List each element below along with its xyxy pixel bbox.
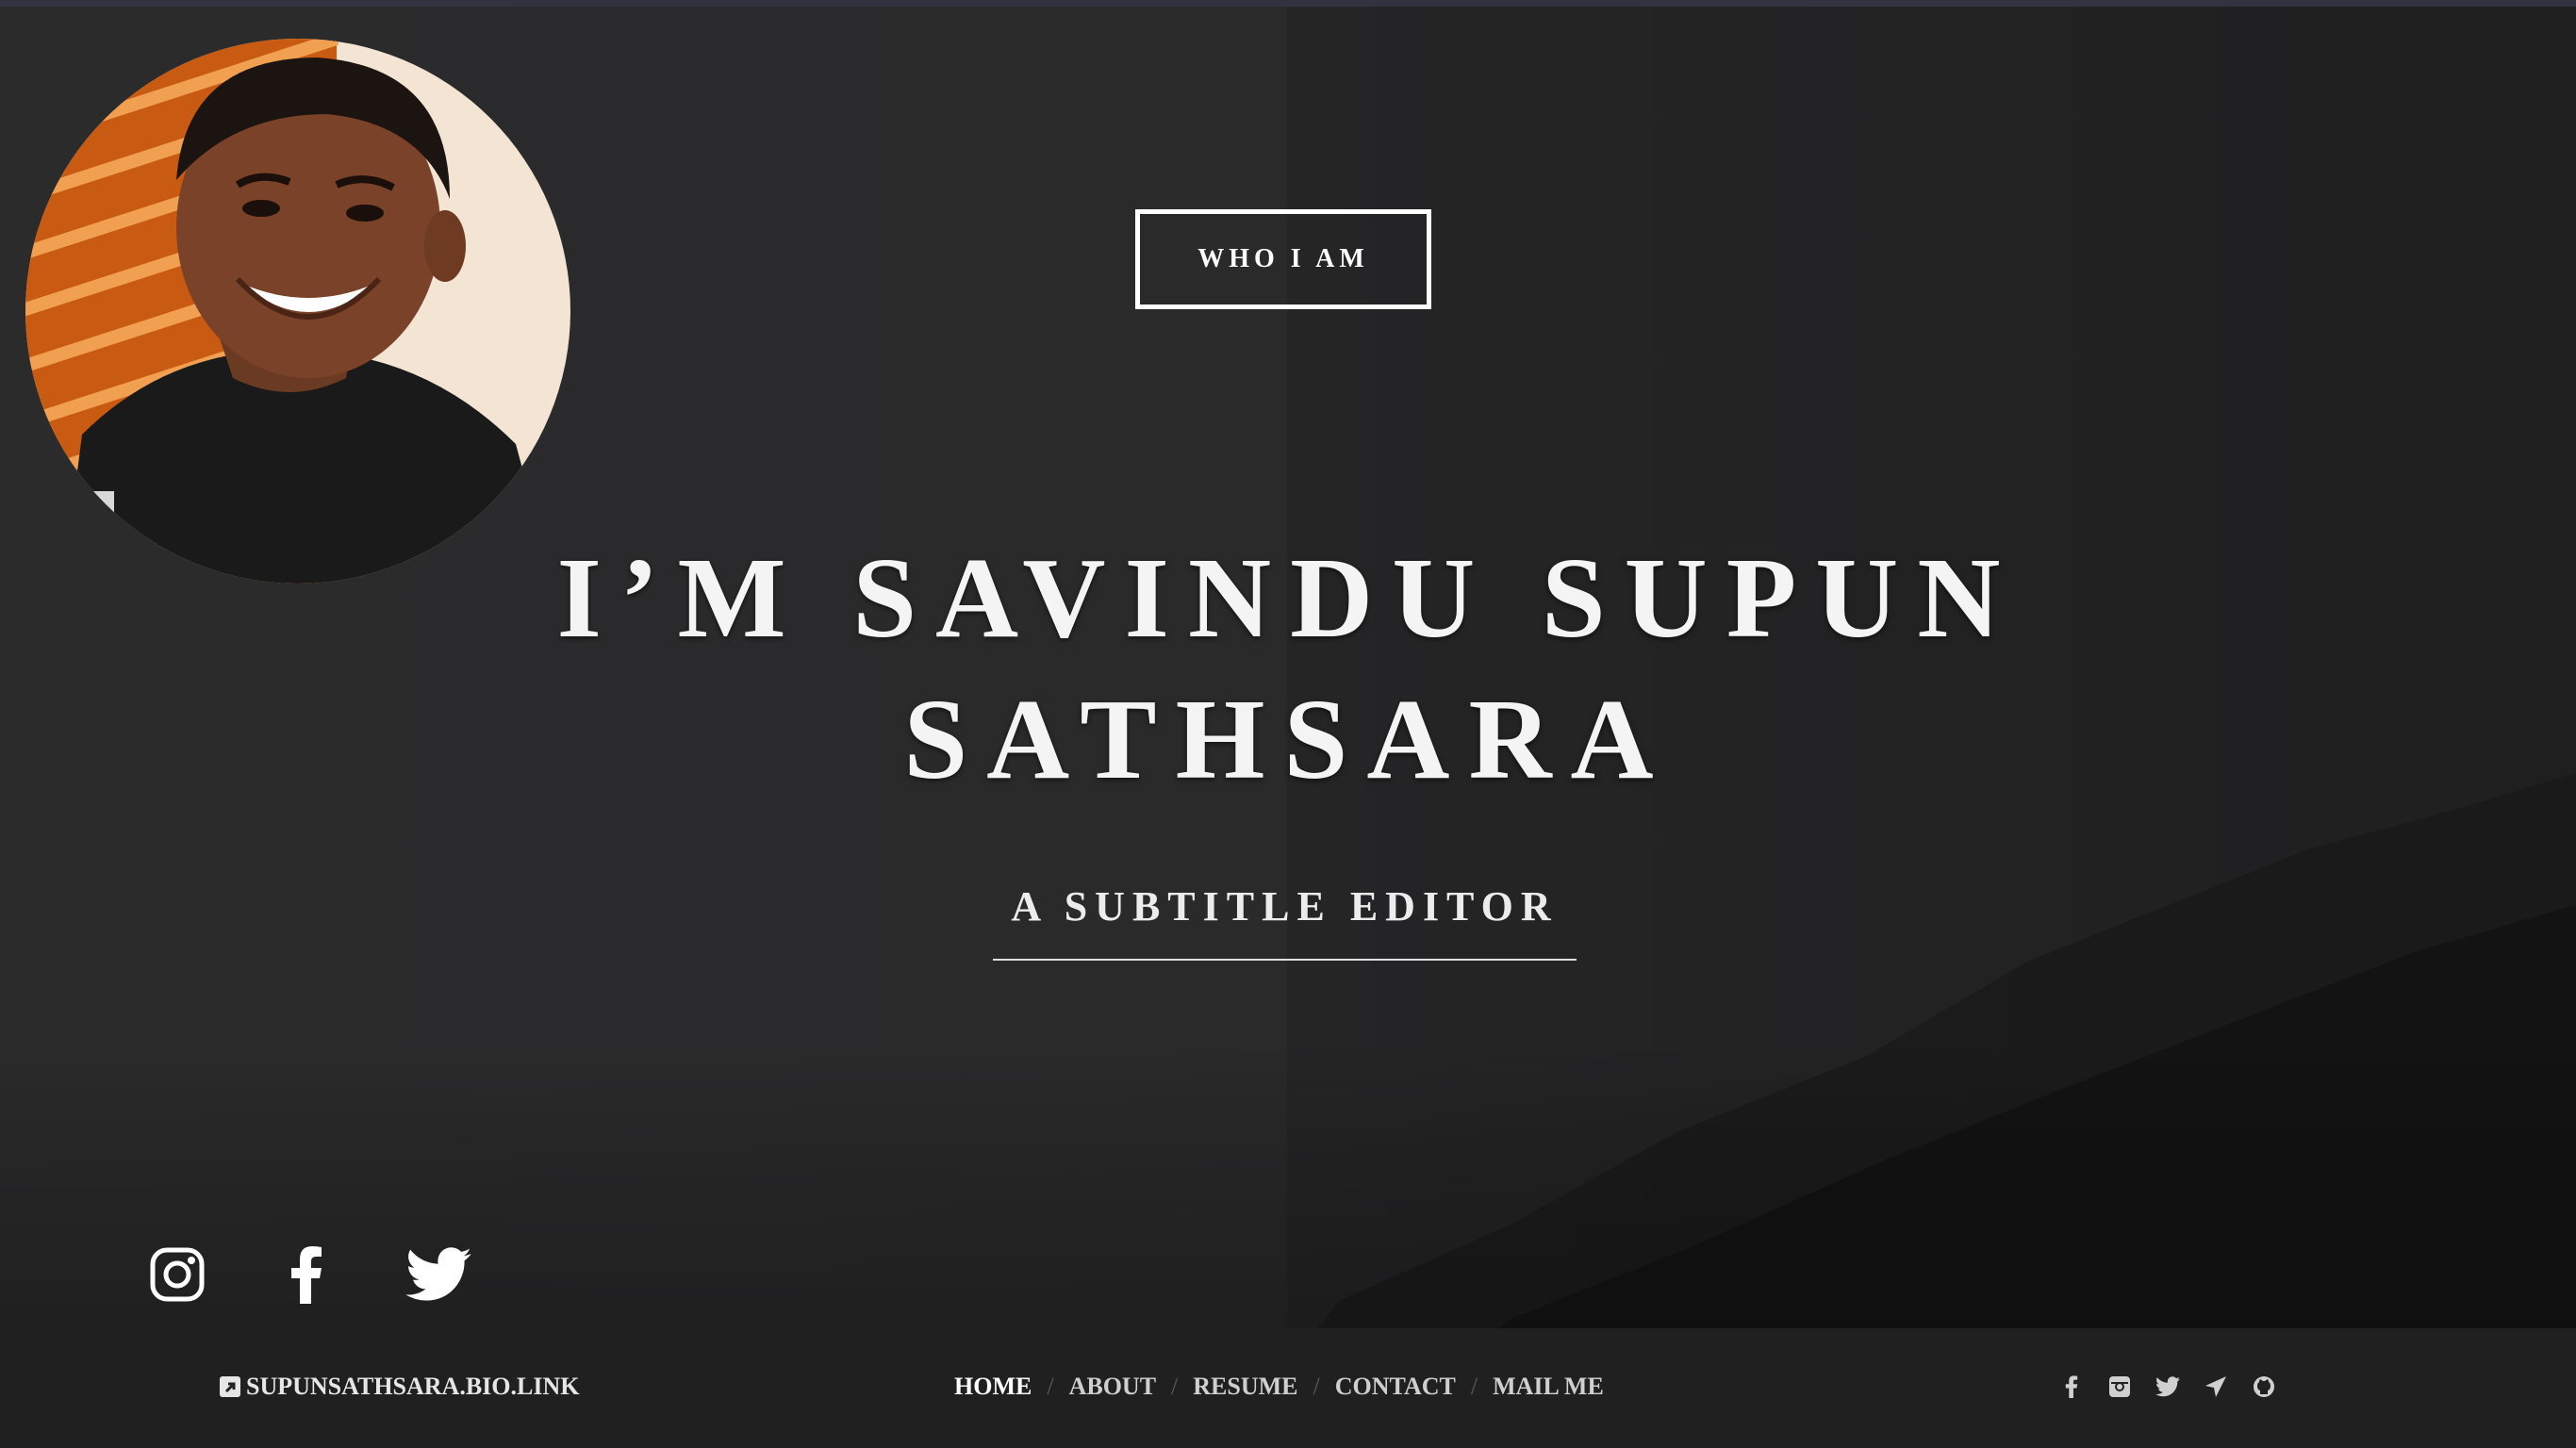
headline-line-2: SATHSARA	[903, 676, 1673, 803]
facebook-icon[interactable]	[2059, 1374, 2084, 1399]
external-link-icon	[220, 1376, 240, 1397]
twitter-icon[interactable]	[2155, 1374, 2180, 1399]
who-i-am-button[interactable]: WHO I AM	[1135, 209, 1431, 309]
page-title: I’M SAVINDU SUPUN SATHSARA	[345, 528, 2231, 811]
subtitle: A SUBTITLE EDITOR	[1011, 883, 1559, 930]
hero-section: WHO I AM I’M SAVINDU SUPUN SATHSARA A SU…	[0, 0, 2576, 1448]
twitter-icon[interactable]	[404, 1242, 473, 1307]
headline-line-1: I’M SAVINDU SUPUN	[556, 535, 2020, 662]
nav-about[interactable]: ABOUT	[1069, 1373, 1156, 1401]
nav-contact[interactable]: CONTACT	[1335, 1373, 1456, 1401]
instagram-icon[interactable]	[147, 1242, 207, 1307]
instagram-icon[interactable]	[2107, 1374, 2132, 1399]
nav-separator: /	[1470, 1373, 1478, 1400]
nav-mail-me[interactable]: MAIL ME	[1493, 1373, 1604, 1401]
footer-brand-link[interactable]: SUPUNSATHSARA.BIO.LINK	[220, 1370, 579, 1404]
nav-separator: /	[1313, 1373, 1320, 1400]
nav-home[interactable]: HOME	[954, 1373, 1032, 1401]
footer-bar: SUPUNSATHSARA.BIO.LINK HOME / ABOUT / RE…	[0, 1328, 2576, 1448]
github-icon[interactable]	[2252, 1374, 2276, 1399]
profile-avatar	[25, 39, 570, 584]
nav-resume[interactable]: RESUME	[1193, 1373, 1297, 1401]
footer-nav: HOME / ABOUT / RESUME / CONTACT / MAIL M…	[954, 1370, 1604, 1404]
nav-separator: /	[1047, 1373, 1054, 1400]
paper-plane-icon[interactable]	[2204, 1374, 2228, 1399]
nav-separator: /	[1171, 1373, 1179, 1400]
footer-brand-label: SUPUNSATHSARA.BIO.LINK	[246, 1373, 580, 1400]
footer-social-icons	[2059, 1370, 2300, 1404]
facebook-icon[interactable]	[283, 1242, 330, 1307]
subtitle-underline	[993, 959, 1577, 961]
